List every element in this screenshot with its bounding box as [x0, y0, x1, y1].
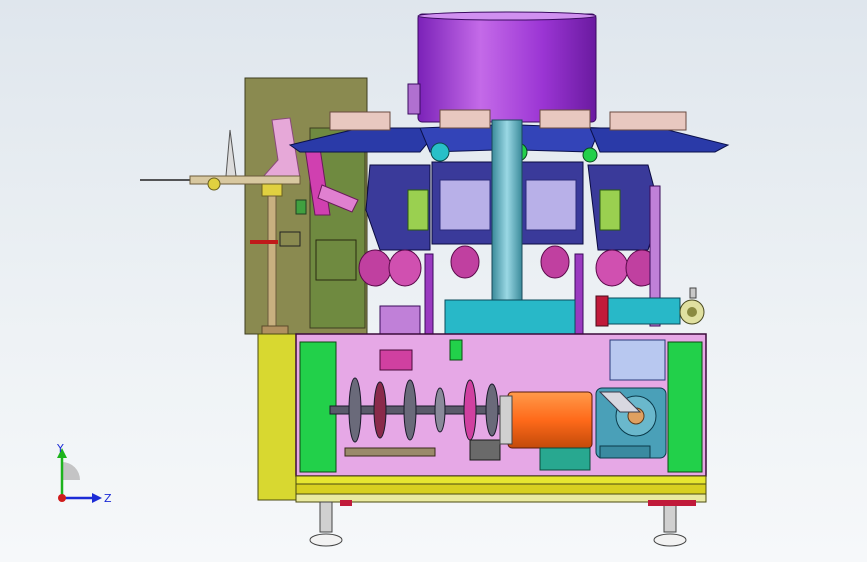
machine-assembly-model[interactable]	[0, 0, 867, 562]
gearbox[interactable]	[595, 387, 667, 459]
x-axis-origin	[58, 494, 66, 502]
y-axis-label: Y	[56, 442, 64, 455]
z-axis-label: Z	[104, 492, 112, 505]
triad-plane-icon	[62, 462, 80, 480]
machine-feet	[309, 500, 696, 547]
coordinate-triad: Y Z	[56, 442, 112, 505]
z-axis-arrowhead	[92, 493, 102, 503]
top-drum[interactable]	[407, 11, 597, 123]
cad-viewport[interactable]: Y Z	[0, 0, 867, 562]
